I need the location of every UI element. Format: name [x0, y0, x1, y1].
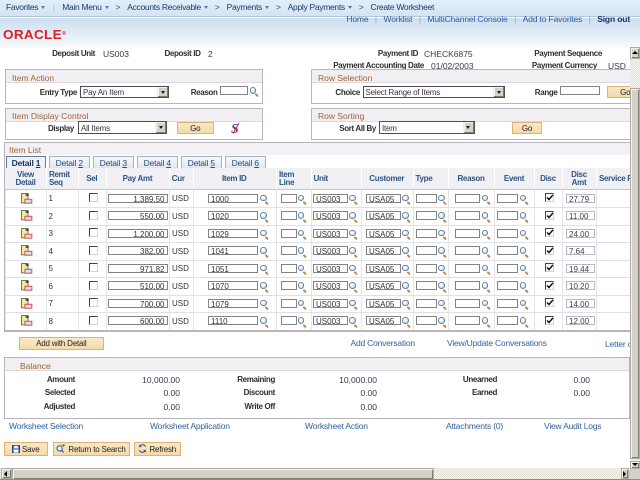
svg-text:S: S — [231, 122, 239, 135]
